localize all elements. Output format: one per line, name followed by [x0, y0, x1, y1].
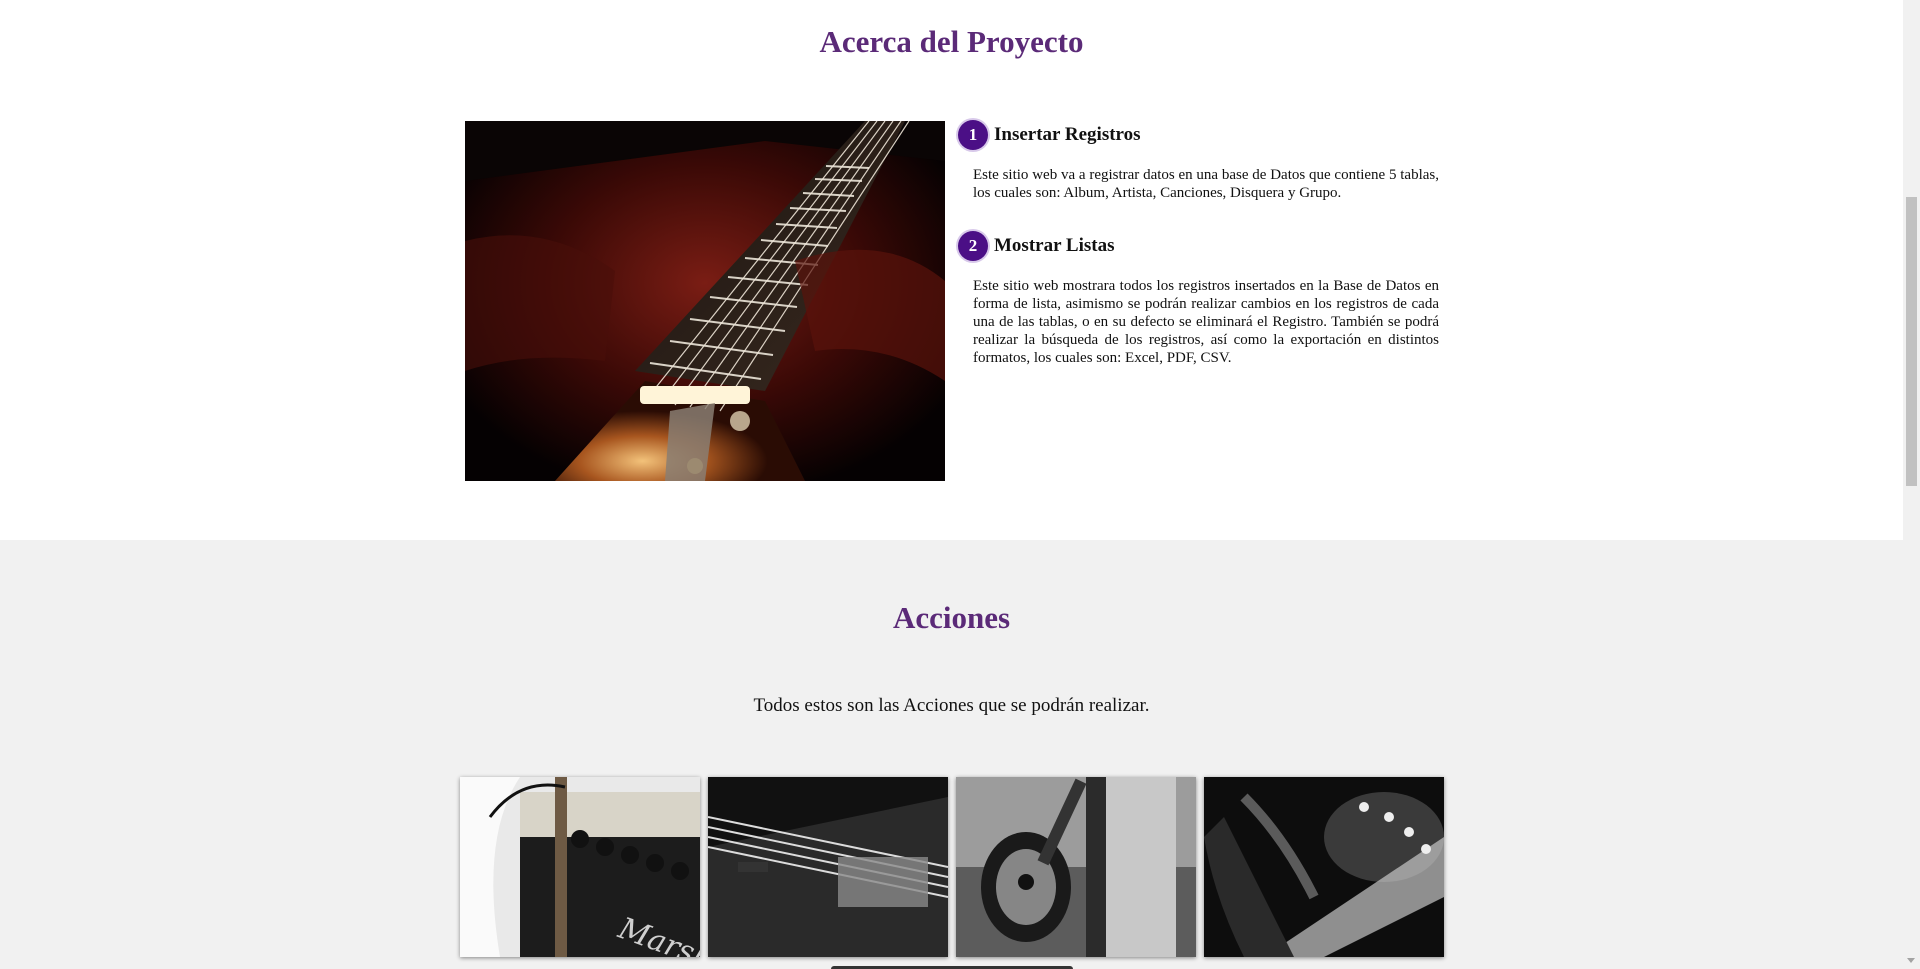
feature-insertar-registros-heading: 1 Insertar Registros: [958, 120, 1141, 150]
actions-subtitle: Todos estos son las Acciones que se podr…: [753, 695, 1150, 716]
action-thumbnail-bass[interactable]: [708, 777, 948, 957]
step-number-badge: 2: [958, 231, 988, 261]
actions-title: Acciones: [892, 600, 1011, 635]
action-thumbnail-guitar-closeup[interactable]: [1204, 777, 1444, 957]
feature-title: Insertar Registros: [994, 124, 1141, 145]
action-thumbnail-guitarist[interactable]: [956, 777, 1196, 957]
feature-description: Este sitio web va a registrar datos en u…: [973, 167, 1439, 201]
actions-section: Acciones Todos estos son las Acciones qu…: [0, 540, 1903, 969]
action-thumbnail-amplifier[interactable]: Marshall: [460, 777, 700, 957]
feature-mostrar-listas-heading: 2 Mostrar Listas: [958, 231, 1115, 261]
about-section: Acerca del Proyecto 1 Insertar Registros…: [0, 0, 1903, 540]
scrollbar-thumb[interactable]: [1906, 197, 1917, 486]
feature-description: Este sitio web mostrara todos los regist…: [973, 278, 1439, 366]
scroll-down-arrow-icon[interactable]: [1907, 958, 1915, 963]
vertical-scrollbar[interactable]: [1903, 0, 1920, 969]
feature-title: Mostrar Listas: [994, 235, 1115, 256]
step-number-badge: 1: [958, 120, 988, 150]
about-title: Acerca del Proyecto: [819, 24, 1084, 59]
guitar-neck-image: [465, 121, 945, 481]
page: Acerca del Proyecto 1 Insertar Registros…: [0, 0, 1903, 969]
